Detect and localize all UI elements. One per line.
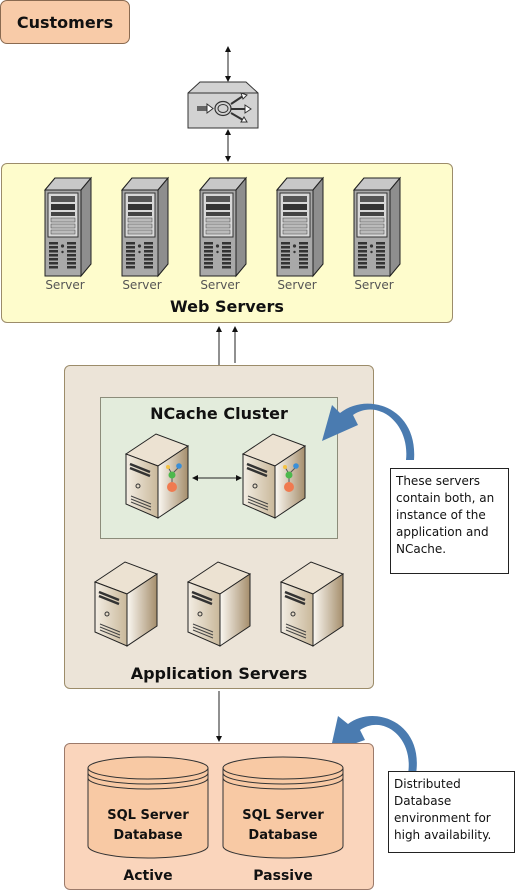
callout-arrow-icon [322,403,415,460]
ncache-cluster-title: NCache Cluster [150,404,288,423]
application-servers-title: Application Servers [130,664,308,683]
app-servers-note: These servers contain both, an instance … [390,468,509,574]
web-server-label: Server [277,278,317,292]
database-note: Distributed Database environment for hig… [388,771,515,853]
web-server-icon [352,176,402,282]
web-server-icon [275,176,325,282]
web-server-label: Server [122,278,162,292]
database-role-label: Passive [253,868,313,884]
application-server-icon [279,560,345,650]
database-name: SQL Server Database [242,808,324,843]
web-server-label: Server [45,278,85,292]
load-balancer-icon [187,81,259,129]
web-server-icon [198,176,248,282]
database-role-label: Active [123,868,173,884]
application-server-icon [93,560,159,650]
application-server-icon [186,560,252,650]
web-server-icon [120,176,170,282]
web-server-label: Server [200,278,240,292]
web-server-icon [43,176,93,282]
database-name: SQL Server Database [107,808,189,843]
web-servers-title: Web Servers [170,297,284,316]
web-server-label: Server [354,278,394,292]
